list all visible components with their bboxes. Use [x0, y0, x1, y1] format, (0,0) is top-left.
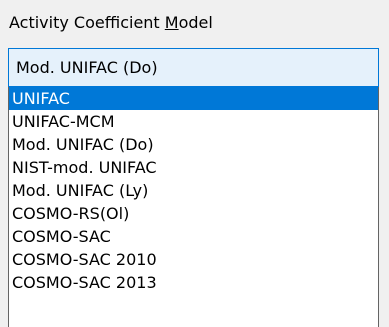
label-text-start: Activity Coefficient — [9, 13, 165, 32]
activity-coefficient-model-label: Activity Coefficient Model — [9, 13, 213, 33]
dropdown-option[interactable]: Mod. UNIFAC (Ly) — [9, 179, 378, 202]
dropdown-option[interactable]: COSMO-SAC — [9, 225, 378, 248]
dropdown-option[interactable]: UNIFAC-MCM — [9, 110, 378, 133]
dropdown-option[interactable]: UNIFAC — [9, 87, 378, 110]
activity-model-dropdown-list[interactable]: UNIFAC UNIFAC-MCM Mod. UNIFAC (Do) NIST-… — [8, 87, 379, 327]
activity-model-combobox[interactable]: Mod. UNIFAC (Do) — [8, 48, 379, 87]
dropdown-option[interactable]: NIST-mod. UNIFAC — [9, 156, 378, 179]
dropdown-option[interactable]: Mod. UNIFAC (Do) — [9, 133, 378, 156]
dropdown-option[interactable]: COSMO-RS(Ol) — [9, 202, 378, 225]
dropdown-option[interactable]: COSMO-SAC 2013 — [9, 271, 378, 294]
combobox-selected-value: Mod. UNIFAC (Do) — [16, 58, 158, 77]
label-mnemonic: M — [164, 13, 179, 32]
dropdown-option-partial[interactable] — [9, 294, 378, 317]
label-text-end: odel — [178, 13, 213, 32]
dropdown-option[interactable]: COSMO-SAC 2010 — [9, 248, 378, 271]
